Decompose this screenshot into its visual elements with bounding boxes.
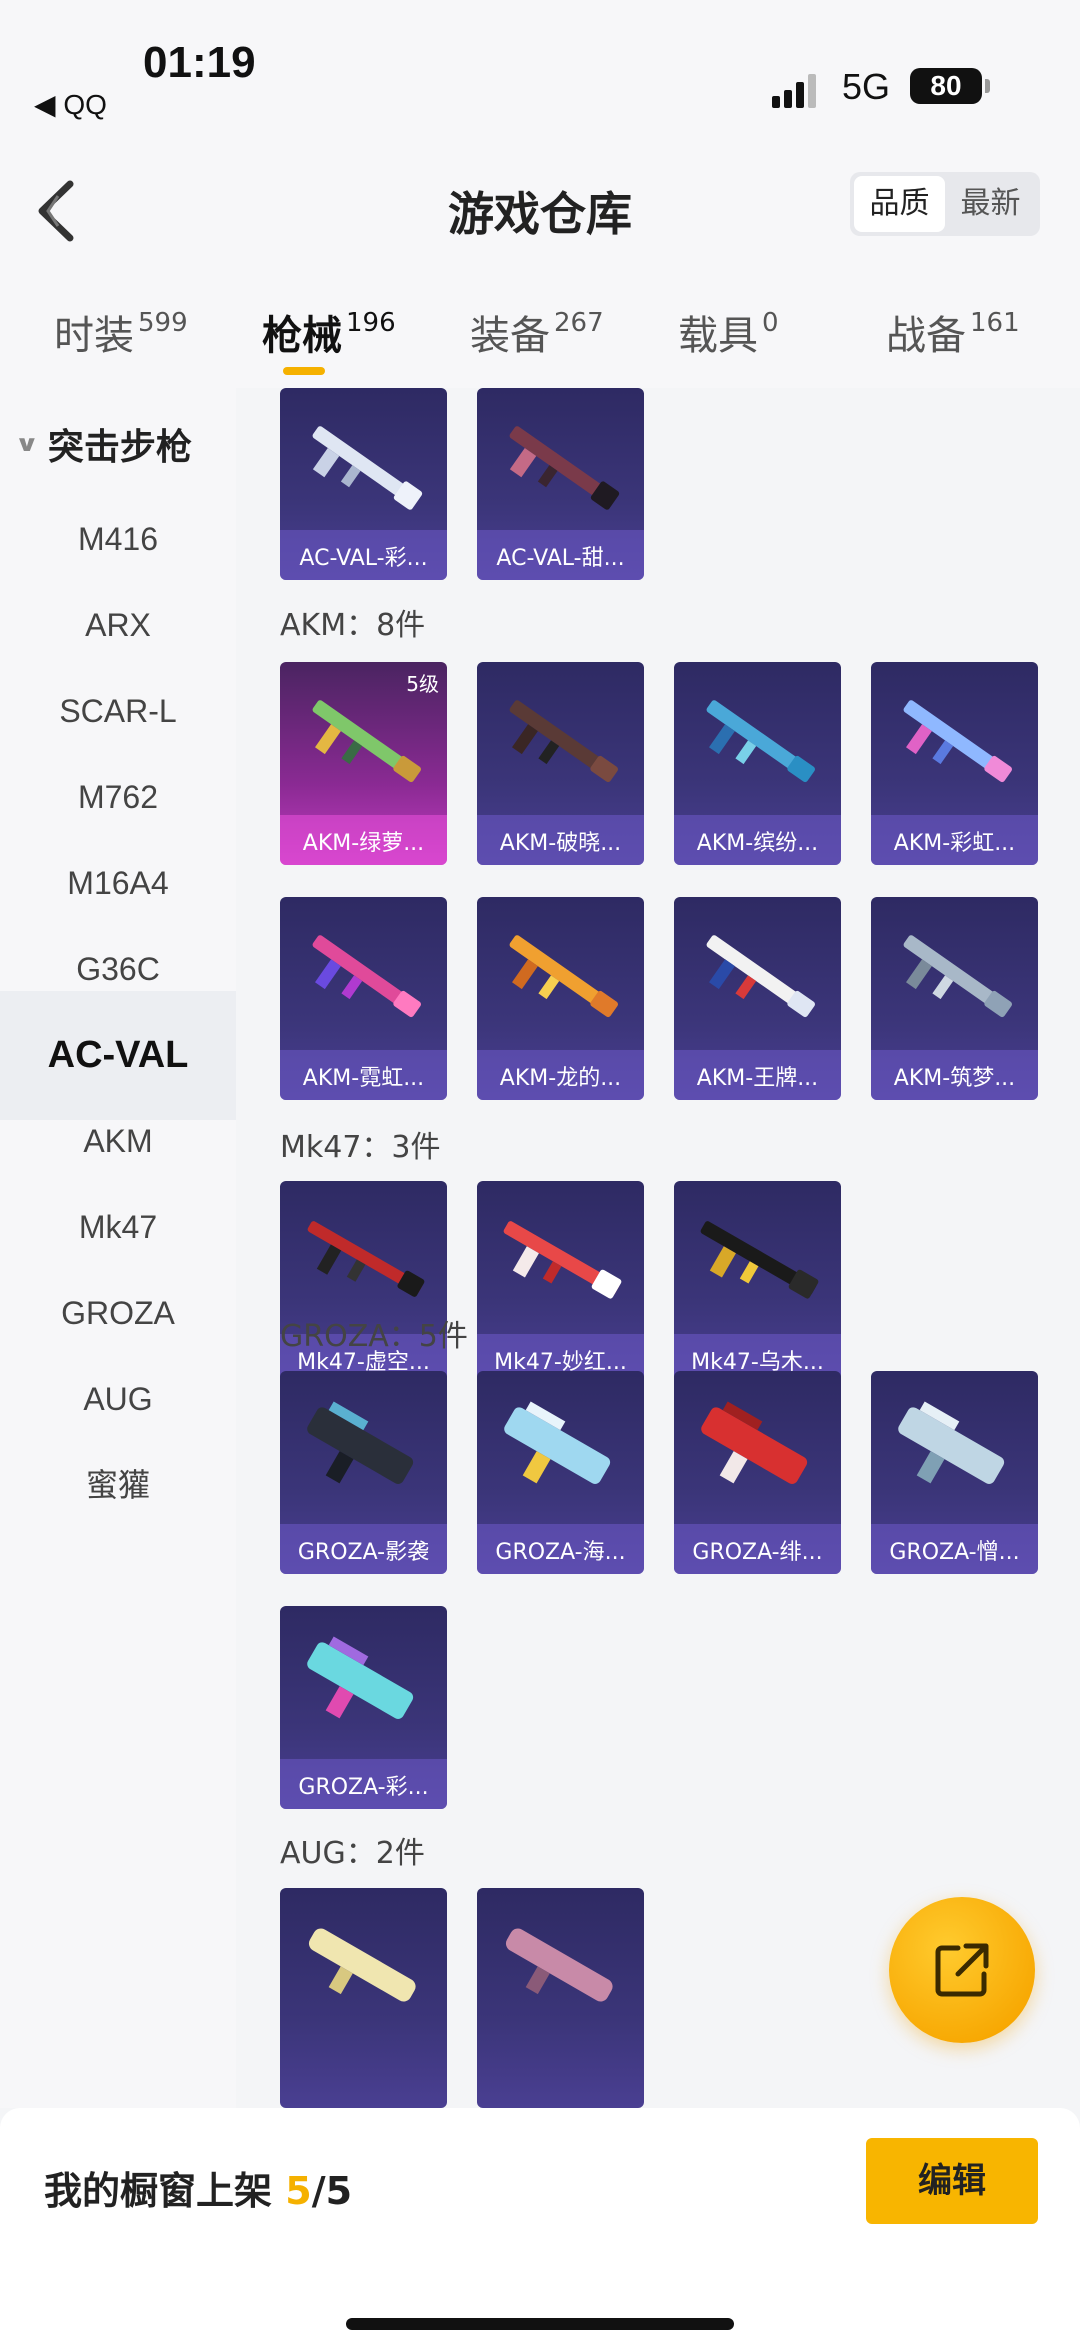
skin-card[interactable]: AKM-霓虹... xyxy=(280,897,447,1100)
group-label-aug: AUG：2件 xyxy=(280,1836,425,1871)
rifle-icon xyxy=(312,700,421,783)
rifle-icon xyxy=(308,1928,416,2002)
rifle-icon xyxy=(700,1221,819,1299)
rifle-icon xyxy=(903,935,1012,1018)
status-bar: 01:19 ◀ QQ 5G 80 xyxy=(0,0,1080,150)
rifle-icon xyxy=(503,1221,622,1299)
weapon-skin-grid: AC-VAL-彩... AC-VAL-甜... AKM：8件 5级 AKM-绿萝.… xyxy=(236,388,1080,2108)
chevron-down-icon: ∨ xyxy=(14,431,40,457)
rifle-icon xyxy=(706,935,815,1018)
skin-card[interactable]: AC-VAL-甜... xyxy=(477,388,644,580)
skin-card[interactable]: GROZA-海... xyxy=(477,1371,644,1574)
skin-card[interactable]: AKM-筑梦... xyxy=(871,897,1038,1100)
rifle-icon xyxy=(509,700,618,783)
rifle-icon xyxy=(504,1401,611,1484)
skin-card[interactable]: GROZA-影袭 xyxy=(280,1371,447,1574)
rifle-icon xyxy=(509,935,618,1018)
sort-newest-button[interactable]: 最新 xyxy=(945,176,1036,232)
rifle-icon xyxy=(307,1401,414,1484)
skin-card[interactable]: AC-VAL-彩... xyxy=(280,388,447,580)
status-time: 01:19 xyxy=(143,38,256,87)
rifle-icon xyxy=(706,700,815,783)
rifle-icon xyxy=(307,1636,414,1719)
rifle-icon xyxy=(903,700,1012,783)
sort-toggle: 品质 最新 xyxy=(850,172,1040,236)
share-external-icon xyxy=(935,1943,989,1997)
skin-card[interactable]: GROZA-彩... xyxy=(280,1606,447,1809)
skin-card[interactable]: 5级 AKM-绿萝... xyxy=(280,662,447,865)
skin-card[interactable]: Mk47-妙红... xyxy=(477,1181,644,1384)
skin-card[interactable] xyxy=(280,1888,447,2108)
rifle-icon xyxy=(898,1401,1005,1484)
battery-icon: 80 xyxy=(910,68,990,104)
tab-fashion[interactable]: 时装 599 xyxy=(54,303,188,361)
network-label: 5G xyxy=(842,66,891,107)
skin-card[interactable]: AKM-王牌... xyxy=(674,897,841,1100)
skin-card[interactable] xyxy=(477,1888,644,2108)
rifle-icon xyxy=(312,426,423,510)
signal-icon xyxy=(772,72,824,108)
skin-card[interactable]: AKM-破晓... xyxy=(477,662,644,865)
tab-equipment[interactable]: 装备 267 xyxy=(470,303,604,361)
edit-button[interactable]: 编辑 xyxy=(866,2138,1038,2224)
skin-card[interactable]: AKM-缤纷... xyxy=(674,662,841,865)
group-label-groza: GROZA：5件 xyxy=(280,1319,468,1354)
rifle-icon xyxy=(701,1401,808,1484)
sidebar-category-assault-rifles[interactable]: ∨ 突击步枪 xyxy=(14,418,191,470)
tab-vehicles[interactable]: 载具 0 xyxy=(678,303,779,361)
tab-guns[interactable]: 枪械 196 xyxy=(262,303,396,361)
rifle-icon xyxy=(312,935,421,1018)
rifle-icon xyxy=(307,1221,425,1297)
showcase-count: 我的橱窗上架 5/5 xyxy=(44,2169,353,2213)
skin-card[interactable]: GROZA-憎... xyxy=(871,1371,1038,1574)
group-label-mk47: Mk47：3件 xyxy=(280,1130,441,1165)
home-indicator xyxy=(346,2318,734,2330)
skin-card[interactable]: Mk47-乌木... xyxy=(674,1181,841,1384)
rifle-icon xyxy=(505,1928,613,2002)
rifle-icon xyxy=(509,426,620,510)
back-to-app-link[interactable]: ◀ QQ xyxy=(34,88,107,121)
sidebar-item-honey-badger[interactable]: 蜜獾 xyxy=(0,1421,236,1550)
active-tab-indicator xyxy=(283,367,325,375)
category-tabs: 时装 599 枪械 196 装备 267 载具 0 战备 161 xyxy=(0,275,1080,388)
sort-quality-button[interactable]: 品质 xyxy=(854,176,945,232)
weapon-sidebar: ∨ 突击步枪 M416 ARX SCAR-L M762 M16A4 G36C A… xyxy=(0,388,236,2108)
showcase-bar: 我的橱窗上架 5/5 编辑 xyxy=(0,2108,1080,2348)
skin-card[interactable]: GROZA-绯... xyxy=(674,1371,841,1574)
app-header: 游戏仓库 品质 最新 xyxy=(0,150,1080,275)
tab-supplies[interactable]: 战备 161 xyxy=(886,303,1020,361)
skin-card[interactable]: AKM-龙的... xyxy=(477,897,644,1100)
skin-card[interactable]: AKM-彩虹... xyxy=(871,662,1038,865)
group-label-akm: AKM：8件 xyxy=(280,608,426,643)
share-button[interactable] xyxy=(889,1897,1035,2043)
